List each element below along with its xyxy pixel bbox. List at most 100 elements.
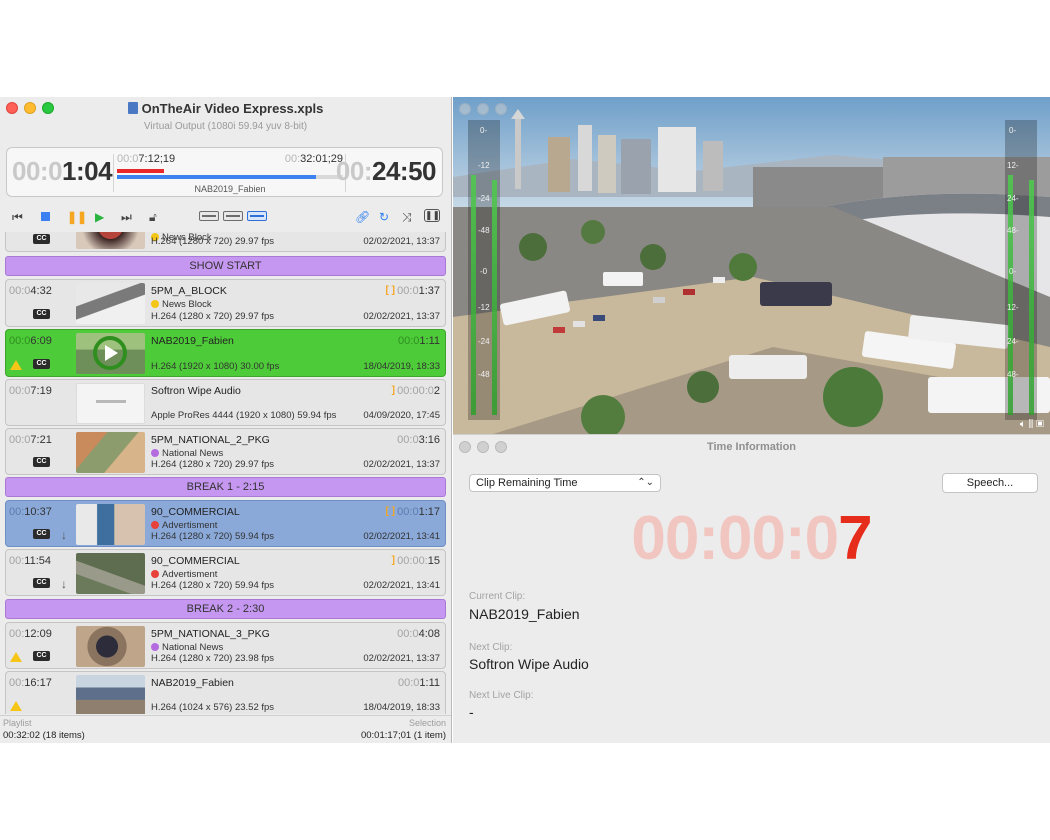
clip-thumbnail (76, 333, 145, 374)
elapsed-progress-bar (117, 169, 164, 173)
marker-icon: [ ] (385, 285, 395, 296)
current-clip-label: Current Clip: (469, 591, 526, 602)
view-large-icon[interactable] (247, 211, 267, 221)
cc-badge: CC (33, 578, 50, 588)
close-button[interactable] (459, 103, 471, 115)
current-clip-value: NAB2019_Fabien (469, 606, 580, 622)
clip-progress-bar (117, 175, 316, 179)
table-row[interactable]: 00:16:17 NAB2019_Fabien H.264 (1024 x 57… (5, 671, 446, 714)
view-small-icon[interactable] (199, 211, 219, 221)
next-live-clip-label: Next Live Clip: (469, 690, 534, 701)
screen: OnTheAir Video Express.xpls Virtual Outp… (0, 0, 1050, 840)
transport-toolbar: ⏮ ❚❚ ▶ ⏭ 🔓︎ 🔗︎ ↻ ⤨ ❚❚ (0, 208, 451, 228)
warning-icon (10, 652, 22, 662)
cc-badge: CC (33, 651, 50, 661)
divider (113, 154, 114, 192)
playlist-total: 00:32:02 (18 items) (3, 730, 85, 741)
stop-icon[interactable] (41, 212, 50, 221)
cc-badge: CC (33, 234, 50, 244)
mixer-icon[interactable]: ⫼ (1029, 419, 1034, 430)
clip-thumbnail (76, 283, 145, 324)
status-bar: Playlist 00:32:02 (18 items) Selection 0… (0, 715, 451, 743)
window-title: OnTheAir Video Express.xpls (0, 101, 451, 116)
skip-back-icon[interactable]: ⏮ (12, 210, 23, 224)
time-window-title: Time Information (706, 441, 797, 453)
time-mode-select[interactable]: Clip Remaining Time ⌃⌄ (469, 474, 661, 492)
arrow-down-icon: ↓ (61, 577, 67, 591)
clip-thumbnail (76, 504, 145, 545)
output-subtitle: Virtual Output (1080i 59.94 yuv 8-bit) (143, 121, 308, 132)
playing-indicator-icon (93, 336, 127, 370)
video-frame (453, 97, 1050, 434)
playlist-header-break-1[interactable]: BREAK 1 - 2:15 (5, 477, 446, 497)
warning-icon (10, 701, 22, 711)
video-window-controls (459, 103, 507, 115)
audio-meter-left: 0- -12 -24 -48 -0 -12 -24 -48 (468, 120, 500, 420)
table-row[interactable]: 00:11:54 CC ↓ 90_COMMERCIAL Advertisment… (5, 549, 446, 596)
cc-badge: CC (33, 359, 50, 369)
meter-level-bar (1029, 180, 1034, 415)
clock-panel: 00:01:04 00:07:12;19 00:32:01;29 NAB2019… (6, 147, 443, 197)
trash-icon[interactable]: ▣ (1036, 419, 1044, 430)
marker-icon: ] (391, 385, 395, 396)
window-titlebar: OnTheAir Video Express.xpls (0, 97, 451, 119)
table-row[interactable]: 00:07:21 CC 5PM_NATIONAL_2_PKG National … (5, 428, 446, 475)
arrow-down-icon: ↓ (61, 528, 67, 542)
clip-thumbnail (76, 553, 145, 594)
remaining-time: 00:24:50 (335, 156, 437, 186)
lock-icon[interactable]: 🔓︎ (149, 210, 157, 224)
clip-thumbnail (76, 675, 145, 714)
speaker-icon[interactable]: 🔈︎ (1020, 419, 1026, 430)
playlist[interactable]: News Block H.264 (1280 x 720) 29.97 fps … (0, 232, 451, 714)
playlist-header-break-2[interactable]: BREAK 2 - 2:30 (5, 599, 446, 619)
clip-thumbnail (76, 432, 145, 473)
zoom-button[interactable] (495, 103, 507, 115)
shuffle-icon[interactable]: ⤨ (402, 210, 412, 224)
play-icon[interactable]: ▶ (95, 210, 104, 224)
table-row[interactable]: 00:12:09 CC 5PM_NATIONAL_3_PKG National … (5, 622, 446, 669)
skip-forward-icon[interactable]: ⏭ (121, 210, 132, 224)
total-duration: 00:32:01;29 (284, 153, 343, 165)
marker-icon: ] (391, 555, 395, 566)
link-icon[interactable]: 🔗︎ (355, 210, 370, 224)
speech-button[interactable]: Speech... (942, 473, 1038, 493)
marker-icon: [ ] (385, 506, 395, 517)
table-row[interactable]: 00:07:19 Softron Wipe Audio Apple ProRes… (5, 379, 446, 426)
category-dot (151, 449, 159, 457)
cc-badge: CC (33, 529, 50, 539)
list-item[interactable]: News Block H.264 (1280 x 720) 29.97 fps … (5, 232, 446, 252)
minimize-button[interactable] (477, 103, 489, 115)
clip-thumbnail (76, 232, 145, 249)
playlist-header-show-start[interactable]: SHOW START (5, 256, 446, 276)
next-live-clip-value: - (469, 704, 474, 720)
playlist-window: OnTheAir Video Express.xpls Virtual Outp… (0, 97, 452, 743)
meter-level-bar (471, 175, 476, 415)
clip-thumbnail (76, 383, 145, 424)
video-overlay-controls: 🔈︎ ⫼ ▣ (1020, 419, 1044, 430)
audio-meter-right: 0- 12- 24- 48- 0- 12- 24- 48- (1005, 120, 1037, 420)
document-icon (127, 102, 138, 114)
countdown-display: 00:00:07 (631, 504, 872, 573)
time-information-window: Time Information Clip Remaining Time ⌃⌄ … (453, 434, 1050, 743)
pause-box-icon[interactable]: ❚❚ (424, 209, 440, 222)
clip-elapsed: 00:07:12;19 (117, 153, 176, 165)
table-row-playing[interactable]: 00:06:09 CC NAB2019_Fabien H.264 (1920 x… (5, 329, 446, 377)
next-clip-value: Softron Wipe Audio (469, 656, 589, 672)
current-clip-name: NAB2019_Fabien (194, 184, 266, 194)
meter-level-bar (492, 180, 497, 415)
cc-badge: CC (33, 309, 50, 319)
category-dot (151, 521, 159, 529)
category-dot (151, 570, 159, 578)
clip-thumbnail (76, 626, 145, 667)
selection-total: 00:01:17;01 (1 item) (360, 730, 446, 741)
pause-icon[interactable]: ❚❚ (67, 210, 87, 224)
next-clip-label: Next Clip: (469, 642, 513, 653)
table-row[interactable]: 00:04:32 CC 5PM_A_BLOCK News Block H.264… (5, 279, 446, 327)
table-row-selected[interactable]: 00:10:37 CC ↓ 90_COMMERCIAL Advertisment… (5, 500, 446, 547)
view-medium-icon[interactable] (223, 211, 243, 221)
loop-icon[interactable]: ↻ (379, 210, 389, 224)
cc-badge: CC (33, 457, 50, 467)
elapsed-time: 00:01:04 (12, 156, 113, 186)
chevron-updown-icon: ⌃⌄ (637, 477, 654, 488)
category-dot (151, 300, 159, 308)
